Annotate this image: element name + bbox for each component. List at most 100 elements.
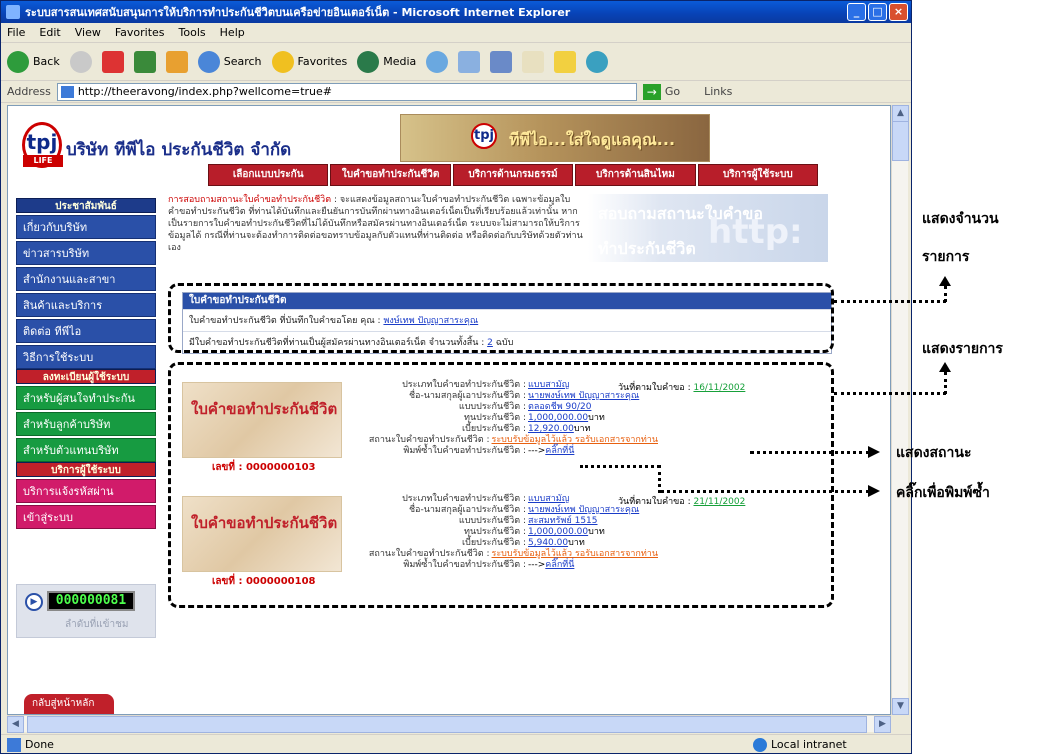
- toolbar: Back Search Favorites Media: [1, 43, 911, 81]
- connector-count-vert: [944, 286, 947, 302]
- search-icon: [197, 50, 220, 73]
- banner-logo: tpj: [471, 123, 497, 149]
- status-bar: Done Local intranet: [1, 734, 911, 754]
- play-icon: ▶: [25, 593, 43, 611]
- connector-reprint-vert: [658, 465, 661, 493]
- scroll-thumb[interactable]: [892, 121, 909, 161]
- sidebar: ประชาสัมพันธ์ เกี่ยวกับบริษัท ข่าวสารบริ…: [16, 198, 156, 576]
- sidebar-head-pr: ประชาสัมพันธ์: [16, 198, 156, 213]
- intro-banner-http: http:: [708, 212, 803, 252]
- sidebar-item-login[interactable]: เข้าสู่ระบบ: [16, 505, 156, 529]
- intranet-icon: [753, 737, 767, 752]
- zone-indicator: Local intranet: [753, 737, 847, 752]
- intro-text: การสอบถามสถานะใบคำขอทำประกันชีวิต : จะแส…: [168, 194, 588, 254]
- sidebar-item-contact[interactable]: ติดต่อ ทีพีไอ: [16, 319, 156, 343]
- menu-tools[interactable]: Tools: [179, 26, 206, 39]
- nav-application[interactable]: ใบคำขอทำประกันชีวิต: [330, 164, 451, 186]
- edit-icon[interactable]: [522, 50, 545, 73]
- slogan: ทีพีไอ...ใส่ใจดูแลคุณ...: [509, 130, 676, 149]
- scroll-right-icon[interactable]: ▶: [874, 716, 891, 733]
- site-header: tpj LIFE บริษัท ทีพีไอ ประกันชีวิต จำกัด…: [8, 106, 890, 186]
- links-button[interactable]: Links: [704, 85, 732, 98]
- scroll-left-icon[interactable]: ◀: [7, 716, 24, 733]
- sidebar-item-customer[interactable]: สำหรับลูกค้าบริษัท: [16, 412, 156, 436]
- nav-user-service[interactable]: บริการผู้ใช้ระบบ: [697, 164, 819, 186]
- history-icon[interactable]: [426, 50, 449, 73]
- print-icon[interactable]: [490, 50, 513, 73]
- media-button[interactable]: Media: [357, 50, 416, 73]
- refresh-icon[interactable]: [133, 50, 156, 73]
- sidebar-item-howto[interactable]: วิธีการใช้ระบบ: [16, 345, 156, 369]
- counter-caption: ลำดับที่แข้าชม: [65, 619, 129, 630]
- connector-list-vert: [944, 372, 947, 394]
- menu-edit[interactable]: Edit: [39, 26, 60, 39]
- connector-status: [750, 451, 870, 454]
- company-logo[interactable]: tpj LIFE: [22, 122, 63, 168]
- sidebar-item-agent[interactable]: สำหรับตัวแทนบริษัท: [16, 438, 156, 462]
- company-name: บริษัท ทีพีไอ ประกันชีวิต จำกัด: [66, 140, 292, 160]
- media-icon: [357, 50, 380, 73]
- connector-reprint-1: [580, 465, 660, 468]
- scroll-up-icon[interactable]: ▲: [892, 105, 909, 122]
- annotation-list: แสดงรายการ: [922, 341, 1003, 357]
- nav-policy-service[interactable]: บริการด้านกรมธรรม์: [452, 164, 574, 186]
- sidebar-item-password[interactable]: บริการแจ้งรหัสผ่าน: [16, 479, 156, 503]
- top-nav: เลือกแบบประกัน ใบคำขอทำประกันชีวิต บริกา…: [208, 164, 819, 186]
- vertical-scrollbar[interactable]: ▲ ▼: [891, 105, 909, 715]
- menu-view[interactable]: View: [75, 26, 101, 39]
- menu-help[interactable]: Help: [220, 26, 245, 39]
- arrowhead-up-icon: [939, 276, 951, 286]
- connector-count: [834, 300, 946, 303]
- arrowhead-right-icon: [868, 446, 880, 458]
- sidebar-item-about[interactable]: เกี่ยวกับบริษัท: [16, 215, 156, 239]
- menu-file[interactable]: File: [7, 26, 25, 39]
- nav-claim-service[interactable]: บริการด้านสินไหม: [575, 164, 696, 186]
- search-button[interactable]: Search: [197, 50, 262, 73]
- address-input[interactable]: http://theeravong/index.php?wellcome=tru…: [56, 82, 637, 101]
- home-icon[interactable]: [165, 50, 188, 73]
- close-button[interactable]: ×: [889, 3, 908, 21]
- scroll-down-icon[interactable]: ▼: [892, 698, 909, 715]
- address-bar: Address http://theeravong/index.php?well…: [1, 81, 911, 103]
- list-highlight-box: [168, 283, 834, 353]
- sidebar-item-interested[interactable]: สำหรับผู้สนใจทำประกัน: [16, 386, 156, 410]
- sidebar-item-offices[interactable]: สำนักงานและสาขา: [16, 267, 156, 291]
- horizontal-scrollbar[interactable]: ◀ ▶: [7, 715, 891, 733]
- annotation-reprint: คลิ๊กเพื่อพิมพ์ซ้ำ: [896, 485, 990, 501]
- annotation-status: แสดงสถานะ: [896, 445, 972, 461]
- connector-list: [834, 392, 946, 395]
- page-done-icon: [7, 737, 21, 752]
- page-icon: [60, 85, 74, 98]
- intro-banner: สอบถามสถานะใบคำขอ ทำประกันชีวิต http:: [588, 194, 828, 262]
- ie-icon: [6, 5, 20, 19]
- visitor-counter: 000000081: [47, 591, 135, 611]
- stop-icon[interactable]: [101, 50, 124, 73]
- title-bar: ระบบสารสนเทศสนับสนุนการให้บริการทำประกัน…: [1, 1, 911, 23]
- annotation-count-2: รายการ: [922, 249, 970, 265]
- folder-icon[interactable]: [554, 50, 577, 73]
- menu-bar: File Edit View Favorites Tools Help: [1, 23, 911, 43]
- connector-reprint-2: [660, 490, 870, 493]
- sidebar-head-register: ลงทะเบียนผู้ใช้ระบบ: [16, 369, 156, 384]
- sidebar-head-user-service: บริการผู้ใช้ระบบ: [16, 462, 156, 477]
- forward-icon[interactable]: [69, 50, 92, 73]
- maximize-button[interactable]: □: [868, 3, 887, 21]
- menu-favorites[interactable]: Favorites: [115, 26, 165, 39]
- address-label: Address: [7, 85, 51, 98]
- back-home-tab[interactable]: กลับสู่หน้าหลัก: [24, 694, 114, 714]
- go-button[interactable]: → Go: [642, 83, 680, 100]
- back-icon: [7, 50, 29, 73]
- nav-choose-plan[interactable]: เลือกแบบประกัน: [208, 164, 329, 186]
- messenger-icon[interactable]: [586, 50, 609, 73]
- star-icon: [271, 50, 294, 73]
- sidebar-item-news[interactable]: ข่าวสารบริษัท: [16, 241, 156, 265]
- hscroll-thumb[interactable]: [27, 716, 867, 733]
- back-button[interactable]: Back: [7, 50, 60, 73]
- visitor-counter-box: ▶ 000000081 ลำดับที่แข้าชม: [16, 584, 156, 638]
- mail-icon[interactable]: [458, 50, 481, 73]
- favorites-button[interactable]: Favorites: [271, 50, 347, 73]
- intro-lead: การสอบถามสถานะใบคำขอทำประกันชีวิต: [168, 195, 332, 205]
- records-highlight-box: [168, 362, 834, 608]
- sidebar-item-products[interactable]: สินค้าและบริการ: [16, 293, 156, 317]
- minimize-button[interactable]: _: [847, 3, 866, 21]
